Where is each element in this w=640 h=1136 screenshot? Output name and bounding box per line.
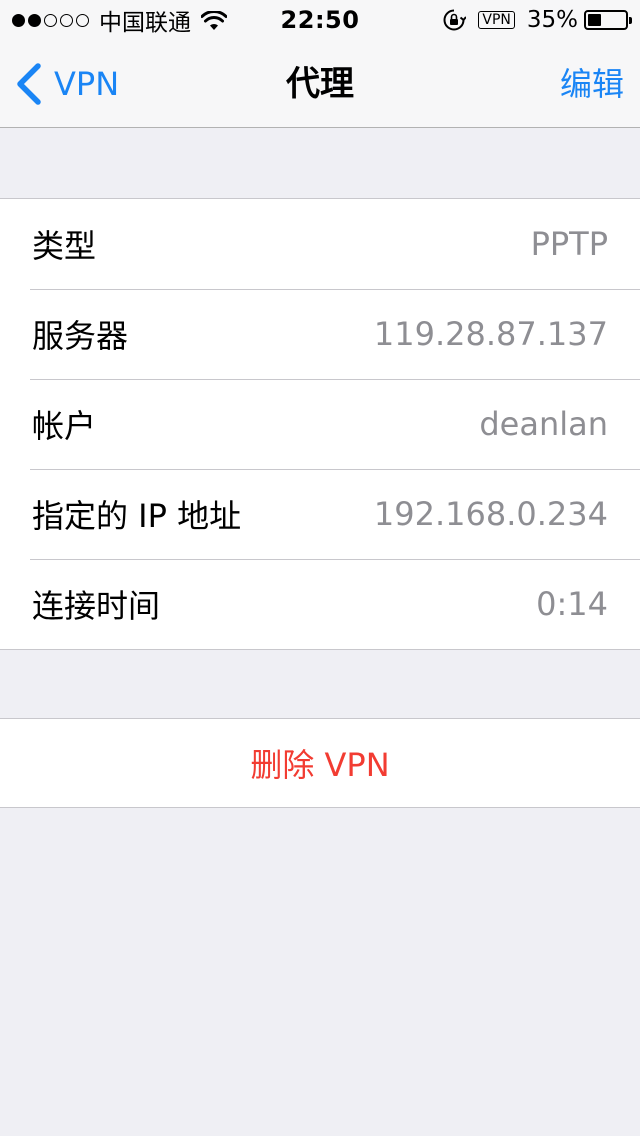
detail-label: 服务器: [32, 317, 129, 355]
status-bar: 中国联通 22:50 VPN 35%: [0, 0, 640, 40]
detail-label: 类型: [32, 227, 97, 265]
page-title: 代理: [286, 64, 354, 104]
detail-value: PPTP: [530, 225, 608, 263]
top-bar: 中国联通 22:50 VPN 35% VPN 代理 编辑: [0, 0, 640, 128]
battery-icon: [584, 10, 632, 30]
edit-button[interactable]: 编辑: [560, 62, 624, 106]
rotation-lock-icon: [443, 9, 467, 31]
battery-percent: 35%: [526, 7, 578, 33]
vpn-details-list: 类型 PPTP 服务器 119.28.87.137 帐户 deanlan 指定的…: [0, 198, 640, 650]
navigation-bar: VPN 代理 编辑: [0, 40, 640, 128]
detail-row-type: 类型 PPTP: [0, 199, 640, 289]
detail-value: deanlan: [479, 405, 608, 443]
vpn-status-badge: VPN: [478, 11, 515, 29]
detail-label: 连接时间: [32, 587, 161, 625]
detail-value: 119.28.87.137: [373, 315, 608, 353]
status-right: VPN 35%: [442, 6, 632, 34]
battery-nub: [629, 17, 632, 24]
battery-fill: [588, 14, 601, 26]
detail-value: 0:14: [536, 585, 608, 623]
detail-row-connect-time: 连接时间 0:14: [0, 559, 640, 649]
detail-row-assigned-ip: 指定的 IP 地址 192.168.0.234: [0, 469, 640, 559]
detail-label: 帐户: [32, 407, 97, 445]
delete-vpn-button[interactable]: 删除 VPN: [0, 719, 640, 807]
delete-vpn-label: 删除 VPN: [250, 746, 390, 784]
detail-label: 指定的 IP 地址: [32, 497, 242, 535]
delete-section: 删除 VPN: [0, 718, 640, 808]
detail-row-account: 帐户 deanlan: [0, 379, 640, 469]
detail-value: 192.168.0.234: [373, 495, 608, 533]
detail-row-server: 服务器 119.28.87.137: [0, 289, 640, 379]
